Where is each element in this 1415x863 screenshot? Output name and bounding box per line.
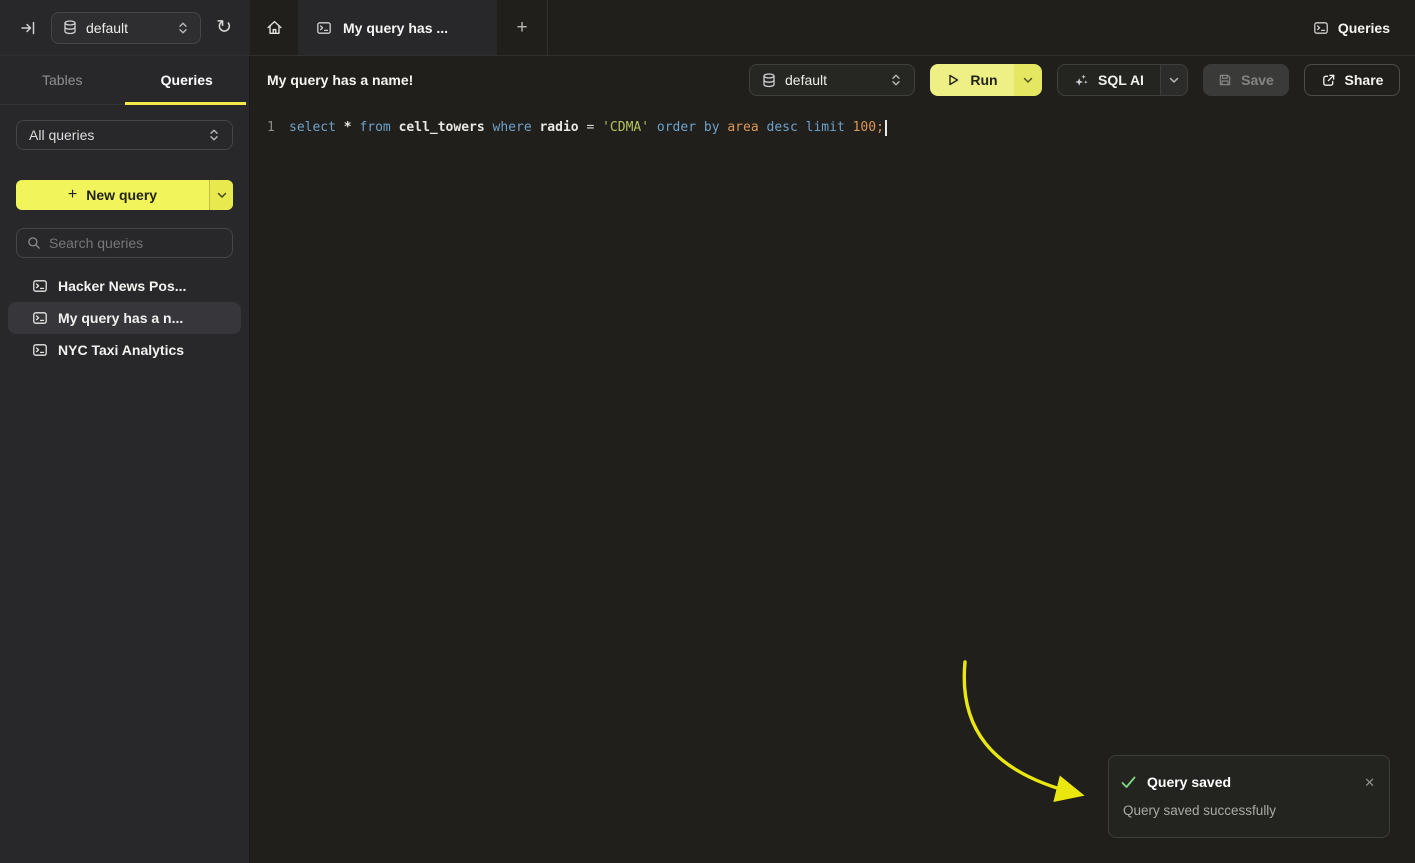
save-button[interactable]: Save [1203, 64, 1289, 96]
database-selector-value: default [86, 20, 128, 36]
query-terminal-icon [32, 342, 48, 358]
chevron-down-icon [1023, 77, 1033, 84]
text-cursor [885, 120, 887, 136]
sql-ai-dropdown-button[interactable] [1160, 65, 1187, 95]
sql-token: where [493, 120, 540, 135]
database-icon [762, 73, 776, 88]
sql-token: from [359, 120, 398, 135]
chevrons-up-down-icon [177, 21, 189, 35]
sidebar: Tables Queries All queries + New query [0, 56, 250, 863]
new-query-label: New query [86, 187, 157, 203]
query-list-item-label: My query has a n... [58, 310, 183, 326]
queries-header-label: Queries [1338, 20, 1390, 36]
plus-icon: + [516, 17, 527, 39]
collapse-sidebar-icon[interactable] [20, 20, 36, 36]
main-panel: My query has a name! default [250, 56, 1415, 863]
tab-label: My query has ... [343, 20, 448, 36]
sql-token: 100; [853, 120, 884, 135]
run-label: Run [970, 72, 997, 88]
queries-filter-value: All queries [29, 127, 94, 143]
query-list-item-nyc-taxi[interactable]: NYC Taxi Analytics [8, 334, 241, 366]
sql-editor[interactable]: 1 select * from cell_towers where radio … [250, 104, 1415, 138]
sql-token: cell_towers [399, 120, 493, 135]
sparkles-icon [1074, 73, 1089, 88]
share-label: Share [1345, 72, 1384, 88]
query-list-item-hacker-news[interactable]: Hacker News Pos... [8, 270, 241, 302]
code-line-1[interactable]: 1 select * from cell_towers where radio … [250, 117, 1415, 138]
tab-tables-label: Tables [42, 72, 82, 88]
play-icon [946, 73, 960, 87]
plus-icon: + [68, 186, 77, 204]
query-terminal-icon [32, 310, 48, 326]
sidebar-tabs: Tables Queries [0, 56, 249, 105]
refresh-icon[interactable]: ↻ [216, 18, 232, 37]
toast-title: Query saved [1147, 774, 1231, 790]
search-queries-box [16, 228, 233, 258]
toast-query-saved: Query saved ✕ Query saved successfully [1108, 755, 1390, 838]
line-number: 1 [250, 120, 289, 135]
editor-toolbar: My query has a name! default [250, 56, 1415, 104]
chevron-down-icon [217, 192, 227, 199]
run-dropdown-button[interactable] [1014, 64, 1042, 96]
queries-filter-select[interactable]: All queries [16, 120, 233, 150]
sql-token: * [344, 120, 360, 135]
database-selector[interactable]: default [51, 12, 201, 44]
tab-queries[interactable]: Queries [125, 56, 250, 104]
save-label: Save [1241, 72, 1274, 88]
sql-token: order by [657, 120, 727, 135]
toast-header: Query saved ✕ [1121, 774, 1375, 790]
check-icon [1121, 776, 1136, 789]
sql-token: 'CDMA' [602, 120, 657, 135]
queries-header: Queries [1313, 0, 1415, 55]
chevron-down-icon [1169, 77, 1179, 84]
chevrons-up-down-icon [208, 128, 220, 142]
home-icon [266, 19, 283, 36]
sql-token: select [289, 120, 344, 135]
new-query-button[interactable]: + New query [16, 180, 233, 210]
close-icon[interactable]: ✕ [1364, 776, 1375, 789]
sql-token: = [586, 120, 602, 135]
database-icon [63, 20, 77, 35]
top-bar: default ↻ My query has ... [0, 0, 1415, 56]
run-button[interactable]: Run [930, 64, 1014, 96]
home-tab-button[interactable] [250, 0, 298, 55]
toast-message: Query saved successfully [1121, 803, 1375, 818]
toolbar-database-selector[interactable]: default [749, 64, 915, 96]
share-button[interactable]: Share [1304, 64, 1400, 96]
query-list-item-label: NYC Taxi Analytics [58, 342, 184, 358]
query-list-item-label: Hacker News Pos... [58, 278, 186, 294]
sql-ai-label: SQL AI [1098, 72, 1144, 88]
sql-token: area [727, 120, 766, 135]
query-terminal-icon [32, 278, 48, 294]
topbar-left-section: default ↻ [0, 0, 250, 55]
chevrons-up-down-icon [890, 73, 902, 87]
tab-queries-label: Queries [161, 72, 213, 88]
tab-tables[interactable]: Tables [0, 56, 125, 104]
tab-my-query[interactable]: My query has ... [298, 0, 497, 55]
query-terminal-icon [316, 20, 332, 36]
query-list-item-my-query[interactable]: My query has a n... [8, 302, 241, 334]
sql-token: desc limit [767, 120, 853, 135]
new-query-main[interactable]: + New query [16, 180, 209, 210]
sql-ai-button-group: SQL AI [1057, 64, 1188, 96]
new-query-dropdown-button[interactable] [209, 180, 233, 210]
query-terminal-icon [1313, 20, 1329, 36]
run-button-group: Run [930, 64, 1042, 96]
toolbar-database-value: default [785, 72, 827, 88]
search-queries-input[interactable] [49, 235, 230, 251]
search-icon [27, 236, 41, 250]
new-tab-button[interactable]: + [497, 0, 548, 55]
sql-ai-button[interactable]: SQL AI [1058, 65, 1160, 95]
sql-token: radio [539, 120, 586, 135]
query-list: Hacker News Pos... My query has a n... [8, 270, 241, 366]
share-icon [1321, 73, 1336, 88]
query-title: My query has a name! [267, 72, 413, 88]
save-icon [1218, 73, 1232, 87]
